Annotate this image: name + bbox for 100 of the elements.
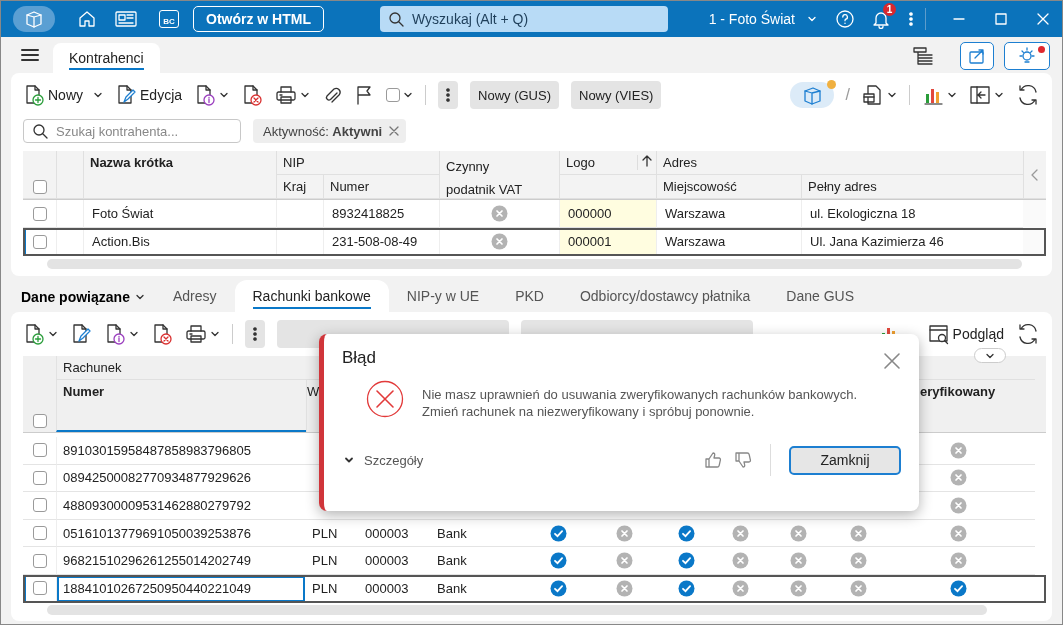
chevron-icon[interactable]: [947, 90, 957, 100]
checkbox[interactable]: [32, 526, 47, 541]
table-row[interactable]: 96821510296261255014202749 PLN 000003 Bank: [23, 547, 1046, 575]
checkbox[interactable]: [32, 498, 47, 513]
close-icon[interactable]: [883, 352, 901, 370]
column-header[interactable]: Kraj: [283, 179, 307, 194]
bc-button[interactable]: BC: [159, 10, 179, 28]
column-header[interactable]: Logo: [566, 155, 595, 170]
new-document-icon[interactable]: [23, 323, 45, 345]
thumbs-up-icon[interactable]: [704, 451, 722, 469]
chevron-icon[interactable]: [300, 90, 311, 100]
chevron-icon[interactable]: [93, 90, 103, 100]
details-toggle[interactable]: Szczegóły: [344, 452, 424, 468]
thumbs-down-icon[interactable]: [734, 451, 752, 469]
column-header[interactable]: Pełny adres: [808, 179, 877, 194]
menu-icon[interactable]: [21, 48, 39, 62]
checkbox[interactable]: [32, 206, 47, 221]
help-icon[interactable]: [835, 9, 855, 29]
checkbox[interactable]: [32, 581, 47, 596]
refresh-icon[interactable]: [1016, 83, 1040, 107]
tab[interactable]: PKD: [497, 280, 562, 312]
horizontal-scrollbar[interactable]: [47, 604, 987, 615]
toolbar-button[interactable]: Nowy (GUS): [470, 81, 559, 109]
table-row[interactable]: Action.Bis 231-508-08-49 000001 Warszawa Ul. Jana Kazimierza 46: [23, 228, 1046, 256]
document-info-icon[interactable]: [194, 84, 217, 106]
news-icon[interactable]: [115, 10, 137, 28]
column-header[interactable]: eryfikowany: [920, 384, 996, 428]
toolbar-button[interactable]: Nowy (VIES): [571, 81, 662, 109]
column-header[interactable]: Miejscowość: [663, 179, 737, 194]
delete-document-icon[interactable]: [241, 84, 264, 106]
collapse-icon[interactable]: [1030, 167, 1040, 182]
tab[interactable]: NIP-y w UE: [388, 280, 498, 312]
column-header[interactable]: W: [307, 384, 320, 428]
checkbox[interactable]: [32, 470, 47, 485]
home-icon[interactable]: [77, 9, 97, 29]
chevron-icon[interactable]: [134, 292, 145, 302]
chevron-icon[interactable]: [219, 90, 230, 100]
tab[interactable]: Dane GUS: [768, 280, 873, 312]
column-header[interactable]: Rachunek: [63, 360, 122, 375]
document-layout-icon[interactable]: [862, 84, 884, 106]
more-button[interactable]: [438, 81, 459, 109]
remove-icon[interactable]: [388, 125, 401, 137]
tips-button[interactable]: [1004, 42, 1050, 70]
table-row[interactable]: Foto Świat 8932418825 000000 Warszawa ul. Ekologiczna 18: [23, 200, 1046, 228]
checkbox[interactable]: [32, 180, 47, 194]
document-info-icon[interactable]: [104, 323, 126, 345]
column-header[interactable]: Numer: [330, 179, 369, 194]
sort-arrow-icon[interactable]: [642, 155, 652, 167]
related-data-menu[interactable]: Dane powiązane: [21, 282, 145, 312]
tab[interactable]: Adresy: [154, 280, 235, 312]
checkbox[interactable]: [32, 553, 47, 568]
expand-toggle[interactable]: [974, 348, 1006, 363]
checkbox[interactable]: [32, 234, 47, 249]
tab[interactable]: Rachunki bankowe: [234, 280, 389, 312]
column-header[interactable]: Nazwa krótka: [90, 155, 174, 194]
more-icon[interactable]: [446, 87, 451, 103]
chevron-icon[interactable]: [129, 329, 139, 339]
preview-button[interactable]: Podgląd: [927, 323, 1004, 345]
checkbox[interactable]: [386, 88, 401, 102]
checkbox[interactable]: [32, 414, 47, 428]
column-header[interactable]: Adres: [663, 155, 697, 170]
edit-document-icon[interactable]: [70, 323, 92, 345]
maximize-icon[interactable]: [994, 12, 1008, 26]
search-icon[interactable]: [388, 11, 404, 27]
chevron-icon[interactable]: [887, 90, 897, 100]
open-html-button[interactable]: Otwórz w HTML: [193, 6, 324, 32]
printer-icon[interactable]: [275, 84, 298, 106]
column-header[interactable]: NIP: [283, 155, 305, 170]
tab[interactable]: Odbiorcy/dostawcy płatnika: [561, 280, 769, 312]
app-logo-button[interactable]: [13, 6, 55, 32]
chevron-icon[interactable]: [807, 14, 817, 24]
close-button[interactable]: Zamknij: [789, 445, 901, 475]
new-button[interactable]: Nowy: [23, 84, 103, 106]
view-toggle[interactable]: [789, 82, 834, 108]
horizontal-scrollbar[interactable]: [47, 259, 1022, 269]
column-header[interactable]: Numer: [63, 384, 105, 426]
list-icon[interactable]: [912, 46, 934, 66]
new-document-icon[interactable]: [23, 84, 45, 106]
more-button[interactable]: [245, 320, 265, 348]
share-button[interactable]: [960, 42, 994, 70]
tab[interactable]: Kontrahenci: [53, 43, 160, 73]
company-selector[interactable]: 1 - Foto Świat: [708, 11, 817, 27]
table-row[interactable]: 05161013779691050039253876 PLN 000003 Bank: [23, 519, 1046, 548]
printer-icon[interactable]: [185, 323, 207, 345]
edit-button[interactable]: Edycja: [115, 84, 183, 106]
more-icon[interactable]: [253, 326, 257, 342]
refresh-icon[interactable]: [1016, 322, 1040, 346]
panel-icon[interactable]: [969, 84, 991, 106]
chevron-icon[interactable]: [994, 90, 1004, 100]
more-icon[interactable]: [909, 11, 913, 27]
chevron-icon[interactable]: [403, 90, 414, 100]
delete-document-icon[interactable]: [151, 323, 173, 345]
chevron-icon[interactable]: [210, 329, 220, 339]
search-icon[interactable]: [32, 123, 48, 139]
checkbox[interactable]: [32, 443, 47, 458]
chevron-icon[interactable]: [48, 329, 58, 339]
search-box[interactable]: Szukaj kontrahenta...: [23, 119, 241, 143]
table-row[interactable]: 18841010267250950440221049 PLN 000003 Bank: [23, 574, 1046, 603]
search-input[interactable]: Wyszukaj (Alt + Q): [410, 10, 660, 28]
search-box[interactable]: Wyszukaj (Alt + Q): [380, 6, 668, 32]
